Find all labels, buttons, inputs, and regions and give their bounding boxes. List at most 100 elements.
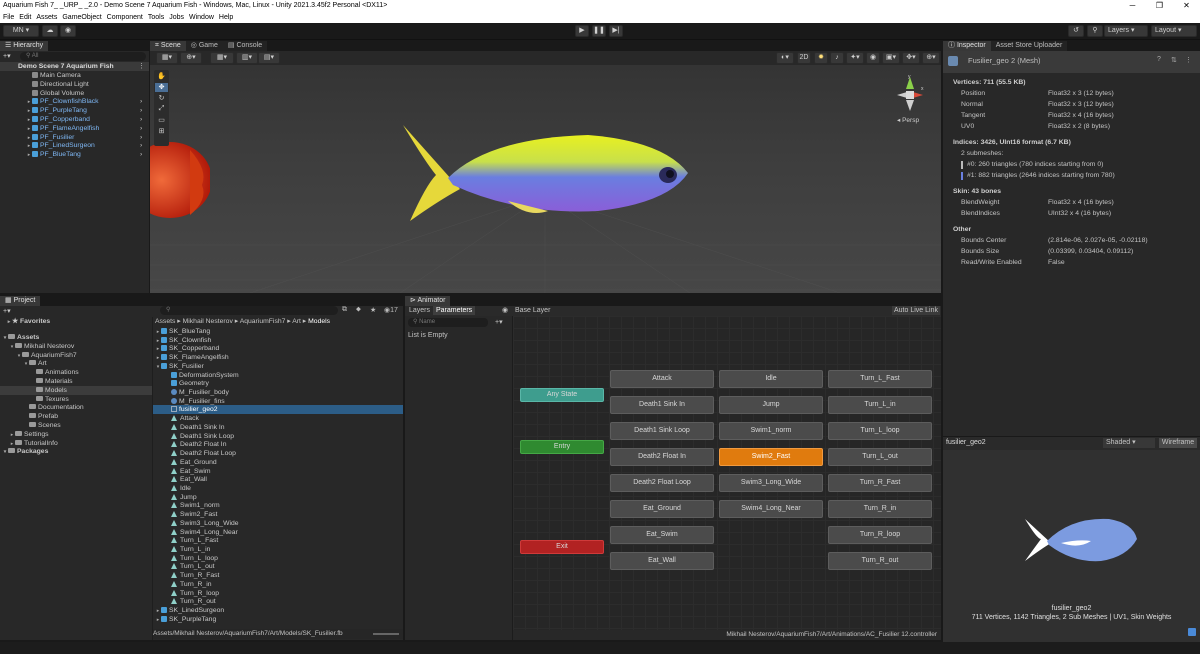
menu-assets[interactable]: Assets bbox=[36, 14, 57, 21]
file-item[interactable]: Death2 Float In bbox=[153, 440, 403, 449]
gizmos-icon[interactable]: ⊕▾ bbox=[922, 52, 940, 64]
folder-item[interactable]: ▸ TutorialInfo bbox=[0, 439, 152, 448]
file-item[interactable]: ▸ SK_Clownfish bbox=[153, 336, 403, 345]
draw-mode-icon[interactable]: ▦▾ bbox=[156, 52, 178, 64]
file-item[interactable]: ▸ SK_Copperband bbox=[153, 344, 403, 353]
menu-component[interactable]: Component bbox=[107, 14, 143, 21]
shading-dropdown[interactable]: Shaded ▾ bbox=[1103, 438, 1155, 448]
prefab-open-icon[interactable]: › bbox=[140, 106, 142, 115]
file-item[interactable]: Turn_L_in bbox=[153, 545, 403, 554]
file-item[interactable]: M_Fusilier_body bbox=[153, 388, 403, 397]
layout-dropdown[interactable]: Layout ▾ bbox=[1151, 25, 1197, 37]
menu-file[interactable]: File bbox=[3, 14, 14, 21]
scene-row[interactable]: Demo Scene 7 Aquarium Fish ⋮ bbox=[0, 62, 149, 71]
file-item[interactable]: M_Fusilier_fins bbox=[153, 397, 403, 406]
hidden-objects-icon[interactable]: ◉ bbox=[866, 52, 880, 64]
state-node[interactable]: Eat_Swim bbox=[610, 526, 714, 544]
hierarchy-item[interactable]: Global Volume bbox=[32, 89, 84, 98]
file-item[interactable]: ▸ SK_FlameAngelfish bbox=[153, 353, 403, 362]
file-item[interactable]: Swim2_Fast bbox=[153, 510, 403, 519]
file-item[interactable]: Swim4_Long_Near bbox=[153, 528, 403, 537]
file-item[interactable]: Turn_L_loop bbox=[153, 554, 403, 563]
state-node[interactable]: Turn_R_Fast bbox=[828, 474, 932, 492]
state-node[interactable]: Attack bbox=[610, 370, 714, 388]
add-parameter-button[interactable]: +▾ bbox=[495, 318, 503, 326]
gizmo-mode-icon[interactable]: ⊕▾ bbox=[180, 52, 202, 64]
scene-viewport[interactable]: y x ◂ Persp ✋ ✥ ↻ ⤢ ▭ ⊞ bbox=[150, 65, 941, 293]
hierarchy-item[interactable]: ▸ PF_Copperband › bbox=[26, 115, 142, 124]
render-settings-icon[interactable]: ▤▾ bbox=[258, 52, 280, 64]
file-item[interactable]: Idle bbox=[153, 484, 403, 493]
crumb-assets[interactable]: Assets bbox=[155, 318, 175, 325]
crumb-aquarium[interactable]: AquariumFish7 bbox=[240, 318, 286, 325]
file-item[interactable]: DeformationSystem bbox=[153, 371, 403, 380]
state-node[interactable]: Death1 Sink In bbox=[610, 396, 714, 414]
layers-subtab[interactable]: Layers bbox=[409, 307, 430, 314]
tab-game[interactable]: ◎ Game bbox=[185, 41, 223, 51]
hierarchy-item[interactable]: Main Camera bbox=[32, 71, 81, 80]
project-search-input[interactable]: ⚲ bbox=[160, 306, 338, 315]
cloud-icon[interactable]: ☁ bbox=[42, 25, 58, 37]
filter-label-icon[interactable]: ⬥ bbox=[356, 306, 361, 314]
layers-dropdown[interactable]: Layers ▾ bbox=[1104, 25, 1148, 37]
menu-gameobject[interactable]: GameObject bbox=[62, 14, 101, 21]
hand-tool-icon[interactable]: ✋ bbox=[155, 72, 168, 81]
snap-increment-icon[interactable]: ▥▾ bbox=[236, 52, 258, 64]
transform-tool-icon[interactable]: ⊞ bbox=[155, 127, 168, 136]
minimize-button[interactable]: ─ bbox=[1119, 0, 1146, 12]
lighting-icon[interactable]: ✹ bbox=[814, 52, 828, 64]
hierarchy-item[interactable]: ▸ PF_PurpleTang › bbox=[26, 106, 142, 115]
state-node[interactable]: Turn_R_loop bbox=[828, 526, 932, 544]
state-node[interactable]: Eat_Ground bbox=[610, 500, 714, 518]
prefab-open-icon[interactable]: › bbox=[140, 115, 142, 124]
state-node[interactable]: Turn_L_Fast bbox=[828, 370, 932, 388]
history-icon[interactable]: ↺ bbox=[1068, 25, 1084, 37]
eye-icon[interactable]: ◉ bbox=[502, 306, 508, 314]
prefab-open-icon[interactable]: › bbox=[140, 133, 142, 142]
folder-item[interactable]: ▾ Mikhail Nesterov bbox=[0, 342, 152, 351]
menu-edit[interactable]: Edit bbox=[19, 14, 31, 21]
hierarchy-item[interactable]: ▸ PF_ClownfishBlack › bbox=[26, 97, 142, 106]
state-node[interactable]: Death2 Float Loop bbox=[610, 474, 714, 492]
folder-item[interactable]: Scenes bbox=[0, 421, 152, 430]
tools-icon[interactable]: ✥▾ bbox=[902, 52, 920, 64]
folder-item[interactable]: ▸ Settings bbox=[0, 430, 152, 439]
preset-icon[interactable]: ⇅ bbox=[1171, 56, 1177, 64]
folder-item[interactable]: Documentation bbox=[0, 403, 152, 412]
parameter-search-input[interactable]: ⚲ Name bbox=[408, 318, 488, 327]
file-item[interactable]: Turn_R_loop bbox=[153, 589, 403, 598]
menu-help[interactable]: Help bbox=[219, 14, 233, 21]
folder-item[interactable]: ▾ Assets bbox=[0, 333, 152, 342]
file-item[interactable]: Swim1_norm bbox=[153, 501, 403, 510]
state-node[interactable]: Turn_L_in bbox=[828, 396, 932, 414]
auto-live-link-button[interactable]: Auto Live Link bbox=[892, 306, 940, 315]
state-node[interactable]: Eat_Wall bbox=[610, 552, 714, 570]
audio-icon[interactable]: ♪ bbox=[830, 52, 844, 64]
folder-item[interactable]: Models bbox=[0, 385, 152, 395]
state-node[interactable]: Jump bbox=[719, 396, 823, 414]
file-item[interactable]: Turn_L_out bbox=[153, 562, 403, 571]
prefab-open-icon[interactable]: › bbox=[140, 141, 142, 150]
folder-item[interactable]: Prefab bbox=[0, 412, 152, 421]
perspective-label[interactable]: ◂ Persp bbox=[897, 116, 919, 124]
file-item[interactable]: Turn_L_Fast bbox=[153, 536, 403, 545]
hierarchy-item[interactable]: ▸ PF_LinedSurgeon › bbox=[26, 141, 142, 150]
help-icon[interactable]: ? bbox=[1157, 56, 1161, 63]
file-item[interactable]: Death1 Sink In bbox=[153, 423, 403, 432]
toggle-2d-button[interactable]: 2D bbox=[797, 52, 811, 64]
file-item[interactable]: Turn_R_Fast bbox=[153, 571, 403, 580]
rotate-tool-icon[interactable]: ↻ bbox=[155, 94, 168, 103]
scene-menu-icon[interactable]: ⋮ bbox=[138, 62, 145, 70]
fusilier-fish-model[interactable] bbox=[398, 123, 698, 233]
folder-item[interactable]: ▾ AquariumFish7 bbox=[0, 351, 152, 360]
pause-button[interactable]: ❚❚ bbox=[592, 25, 606, 37]
add-icon[interactable]: +▾ bbox=[3, 52, 13, 61]
camera-icon[interactable]: ▣▾ bbox=[882, 52, 900, 64]
file-item[interactable]: ▸ SK_LinedSurgeon bbox=[153, 606, 403, 615]
state-node[interactable]: Turn_L_out bbox=[828, 448, 932, 466]
tab-console[interactable]: ▤ Console bbox=[222, 41, 268, 51]
tab-animator[interactable]: ⊳ Animator bbox=[405, 296, 451, 306]
tab-scene[interactable]: ⌗ Scene bbox=[150, 41, 186, 51]
collab-icon[interactable]: ◉ bbox=[60, 25, 76, 37]
search-icon[interactable]: ⚲ bbox=[1087, 25, 1103, 37]
